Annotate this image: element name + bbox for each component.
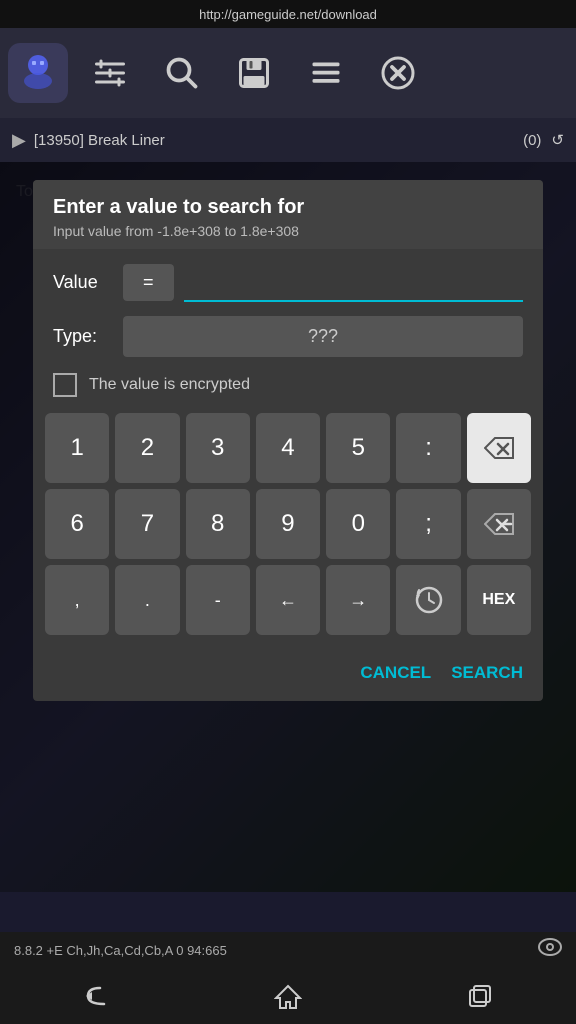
status-bar: http://gameguide.net/download — [0, 0, 576, 28]
value-input[interactable] — [184, 263, 523, 302]
search-icon-button[interactable] — [148, 39, 216, 107]
encrypted-label: The value is encrypted — [89, 376, 250, 394]
key-arrow-right[interactable]: → — [326, 565, 390, 635]
game-counter: (0) — [523, 132, 541, 149]
bottom-status-text: 8.8.2 +E Ch,Jh,Ca,Cd,Cb,A 0 94:665 — [14, 943, 227, 958]
bottom-status-bar: 8.8.2 +E Ch,Jh,Ca,Cd,Cb,A 0 94:665 — [0, 932, 576, 968]
value-row: Value = — [33, 249, 543, 312]
keypad-row-1: 1 2 3 4 5 : — [45, 413, 531, 483]
key-5[interactable]: 5 — [326, 413, 390, 483]
key-7[interactable]: 7 — [115, 489, 179, 559]
equals-button[interactable]: = — [123, 264, 174, 301]
key-0[interactable]: 0 — [326, 489, 390, 559]
key-2[interactable]: 2 — [115, 413, 179, 483]
key-4[interactable]: 4 — [256, 413, 320, 483]
navigation-bar — [0, 968, 576, 1024]
key-6[interactable]: 6 — [45, 489, 109, 559]
key-colon[interactable]: : — [396, 413, 460, 483]
modal-overlay: Enter a value to search for Input value … — [0, 162, 576, 892]
type-label: Type: — [53, 326, 113, 347]
type-select[interactable]: ??? — [123, 316, 523, 357]
key-minus[interactable]: - — [186, 565, 250, 635]
dialog-title: Enter a value to search for — [53, 196, 523, 219]
keypad: 1 2 3 4 5 : 6 7 8 9 — [33, 409, 543, 653]
app-icon — [8, 43, 68, 103]
key-dot[interactable]: . — [115, 565, 179, 635]
game-bar-left: ▶ [13950] Break Liner — [12, 130, 165, 151]
key-semicolon[interactable]: ; — [396, 489, 460, 559]
game-bar-right: (0) ↺ — [523, 131, 564, 149]
keypad-row-3: , . - ← → HEX — [45, 565, 531, 635]
key-3[interactable]: 3 — [186, 413, 250, 483]
save-icon-button[interactable] — [220, 39, 288, 107]
refresh-icon[interactable]: ↺ — [551, 131, 564, 149]
home-button[interactable] — [248, 972, 328, 1020]
key-hex[interactable]: HEX — [467, 565, 531, 635]
type-row: Type: ??? — [33, 312, 543, 369]
encrypted-row: The value is encrypted — [33, 369, 543, 409]
keypad-row-2: 6 7 8 9 0 ; — [45, 489, 531, 559]
key-backspace[interactable] — [467, 413, 531, 483]
sliders-icon-button[interactable] — [76, 39, 144, 107]
play-icon: ▶ — [12, 130, 26, 151]
encrypted-checkbox[interactable] — [53, 373, 77, 397]
eye-icon[interactable] — [538, 938, 562, 962]
back-button[interactable] — [56, 972, 136, 1020]
dialog-actions: CANCEL SEARCH — [33, 653, 543, 701]
key-1[interactable]: 1 — [45, 413, 109, 483]
key-8[interactable]: 8 — [186, 489, 250, 559]
toolbar — [0, 28, 576, 118]
list-icon-button[interactable] — [292, 39, 360, 107]
dialog-header: Enter a value to search for Input value … — [33, 180, 543, 249]
recents-button[interactable] — [440, 972, 520, 1020]
key-9[interactable]: 9 — [256, 489, 320, 559]
key-arrow-left[interactable]: ← — [256, 565, 320, 635]
game-title: [13950] Break Liner — [34, 132, 165, 149]
key-history[interactable] — [396, 565, 460, 635]
dialog-subtitle: Input value from -1.8e+308 to 1.8e+308 — [53, 223, 523, 239]
url-text: http://gameguide.net/download — [199, 7, 377, 22]
key-comma[interactable]: , — [45, 565, 109, 635]
search-button[interactable]: SEARCH — [451, 663, 523, 683]
game-bar: ▶ [13950] Break Liner (0) ↺ — [0, 118, 576, 162]
search-dialog: Enter a value to search for Input value … — [33, 180, 543, 701]
close-icon-button[interactable] — [364, 39, 432, 107]
value-label: Value — [53, 272, 113, 293]
key-backspace-word[interactable] — [467, 489, 531, 559]
cancel-button[interactable]: CANCEL — [360, 663, 431, 683]
